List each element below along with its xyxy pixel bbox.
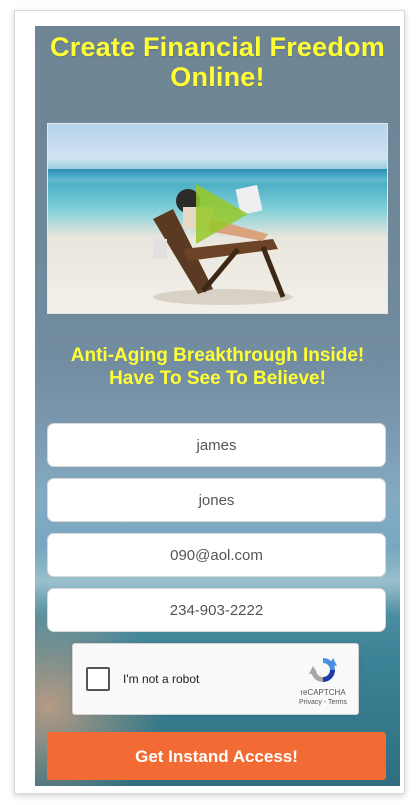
phone-field[interactable] — [47, 588, 386, 632]
play-icon[interactable] — [196, 184, 248, 244]
recaptcha-brand: reCAPTCHA — [300, 688, 346, 697]
landing-panel: Create Financial Freedom Online! Anti-Ag… — [35, 26, 400, 786]
last-name-field[interactable] — [47, 478, 386, 522]
headline: Create Financial Freedom Online! — [35, 32, 400, 92]
recaptcha-icon — [309, 658, 337, 682]
subheadline-line-1: Anti-Aging Breakthrough Inside! — [70, 345, 365, 366]
subheadline: Anti-Aging Breakthrough Inside! Have To … — [35, 344, 400, 390]
recaptcha-privacy-terms-link[interactable]: Privacy - Terms — [287, 699, 359, 706]
subheadline-line-2: Have To See To Believe! — [109, 368, 326, 389]
email-field[interactable] — [47, 533, 386, 577]
video-thumbnail[interactable] — [47, 123, 388, 314]
recaptcha-checkbox[interactable] — [86, 667, 110, 691]
get-access-button[interactable]: Get Instand Access! — [47, 732, 386, 780]
ocean-horizon — [48, 169, 387, 179]
recaptcha-label: I'm not a robot — [123, 672, 200, 686]
first-name-field[interactable] — [47, 423, 386, 467]
headline-text: Create Financial Freedom Online! — [50, 32, 385, 92]
recaptcha-widget: I'm not a robot reCAPTCHA Privacy - Term… — [72, 643, 359, 715]
